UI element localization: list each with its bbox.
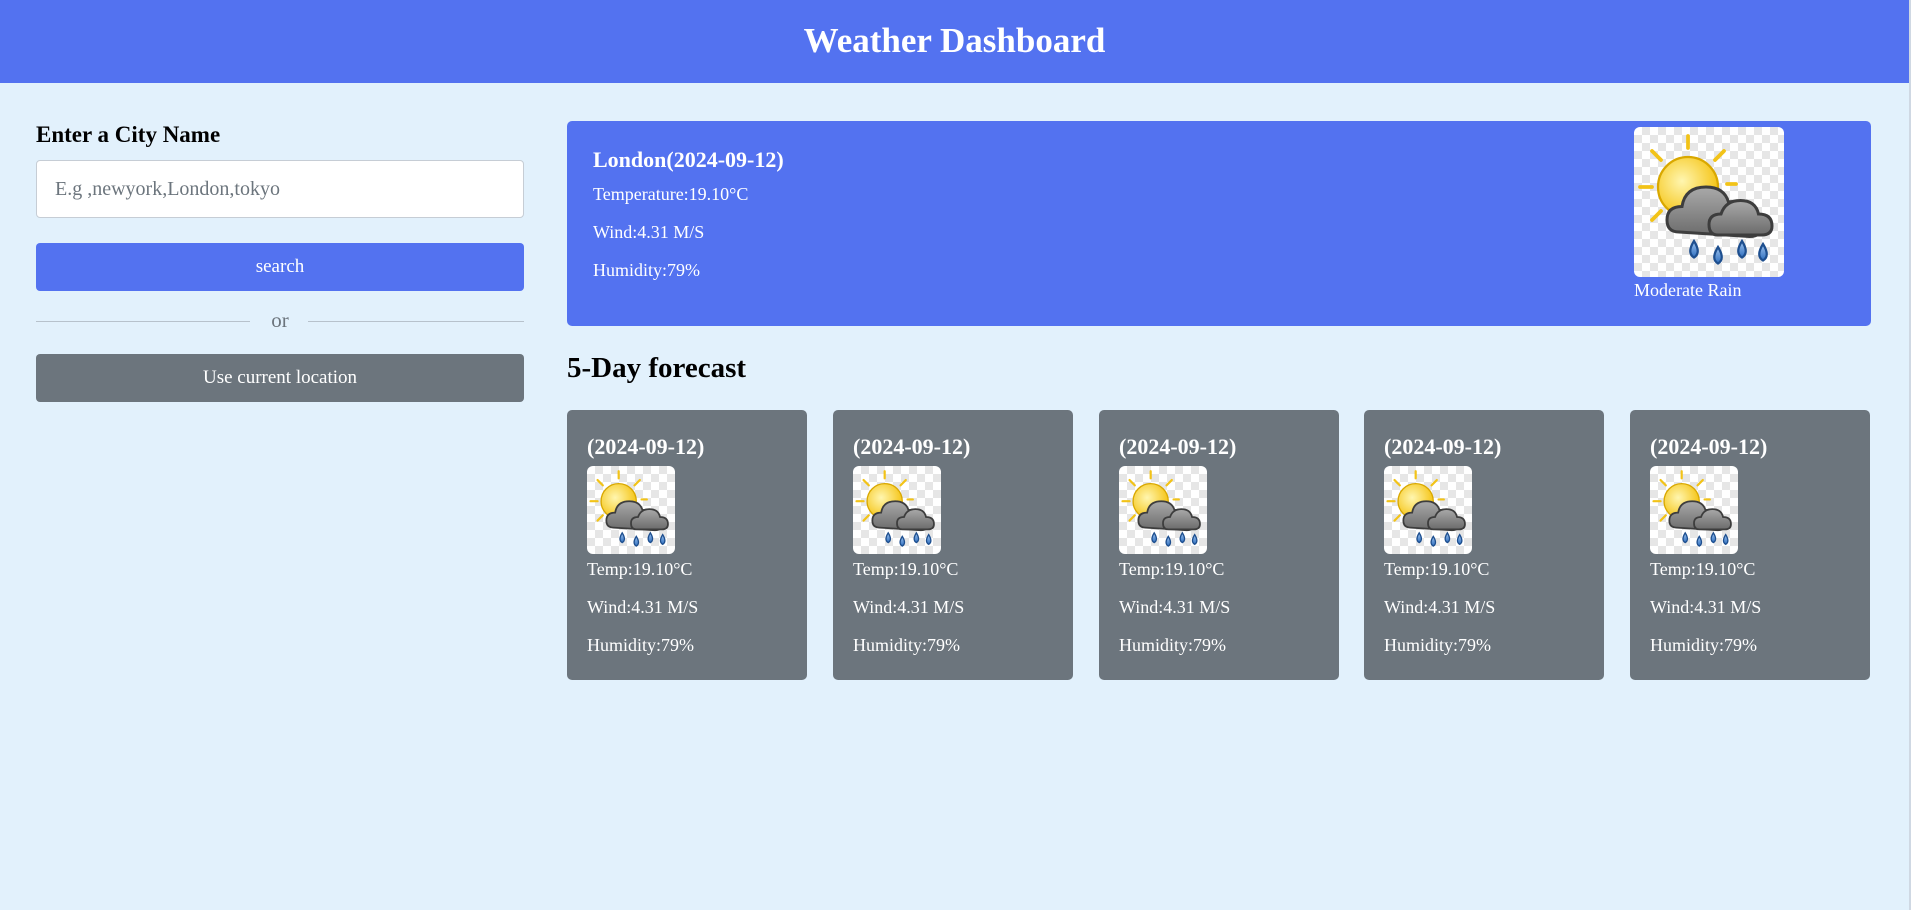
search-button[interactable]: search xyxy=(36,243,524,291)
forecast-temp: Temp:19.10°C xyxy=(1650,559,1756,579)
current-weather-card: London(2024-09-12) Temperature:19.10°C W… xyxy=(567,121,1871,326)
sun-cloud-rain-icon xyxy=(1634,127,1784,277)
forecast-date: (2024-09-12) xyxy=(587,434,705,459)
current-humidity: Humidity:79% xyxy=(593,260,700,280)
forecast-wind: Wind:4.31 M/S xyxy=(853,597,965,617)
or-divider: or xyxy=(36,305,524,335)
city-search-input[interactable] xyxy=(36,160,524,218)
sun-cloud-rain-icon xyxy=(1119,466,1207,554)
forecast-date: (2024-09-12) xyxy=(853,434,971,459)
use-current-location-button[interactable]: Use current location xyxy=(36,354,524,402)
forecast-date: (2024-09-12) xyxy=(1119,434,1237,459)
forecast-temp: Temp:19.10°C xyxy=(587,559,693,579)
search-panel: Enter a City Name search or Use current … xyxy=(36,120,524,402)
forecast-wind: Wind:4.31 M/S xyxy=(1119,597,1231,617)
forecast-temp: Temp:19.10°C xyxy=(1384,559,1490,579)
sun-cloud-rain-icon xyxy=(1650,466,1738,554)
forecast-humidity: Humidity:79% xyxy=(1384,635,1491,655)
current-city-date: London(2024-09-12) xyxy=(593,147,784,172)
forecast-card: (2024-09-12) Temp:19.10°C Wind:4.31 M/S … xyxy=(1630,410,1870,680)
forecast-humidity: Humidity:79% xyxy=(587,635,694,655)
forecast-humidity: Humidity:79% xyxy=(1650,635,1757,655)
forecast-list: (2024-09-12) Temp:19.10°C Wind:4.31 M/S … xyxy=(567,410,1871,680)
forecast-card: (2024-09-12) Temp:19.10°C Wind:4.31 M/S … xyxy=(833,410,1073,680)
forecast-date: (2024-09-12) xyxy=(1384,434,1502,459)
forecast-card: (2024-09-12) Temp:19.10°C Wind:4.31 M/S … xyxy=(567,410,807,680)
current-temperature: Temperature:19.10°C xyxy=(593,184,749,204)
sun-cloud-rain-icon xyxy=(853,466,941,554)
or-label: or xyxy=(271,308,289,332)
forecast-wind: Wind:4.31 M/S xyxy=(587,597,699,617)
forecast-card: (2024-09-12) Temp:19.10°C Wind:4.31 M/S … xyxy=(1364,410,1604,680)
page-header: Weather Dashboard xyxy=(0,0,1909,83)
divider-line-right xyxy=(308,321,524,322)
current-weather-icon-box: Moderate Rain xyxy=(1634,127,1784,301)
current-weather-details: London(2024-09-12) Temperature:19.10°C W… xyxy=(593,145,784,297)
weather-description: Moderate Rain xyxy=(1634,280,1742,300)
forecast-humidity: Humidity:79% xyxy=(853,635,960,655)
sun-cloud-rain-icon xyxy=(587,466,675,554)
current-wind: Wind:4.31 M/S xyxy=(593,222,705,242)
forecast-wind: Wind:4.31 M/S xyxy=(1650,597,1762,617)
forecast-temp: Temp:19.10°C xyxy=(853,559,959,579)
forecast-card: (2024-09-12) Temp:19.10°C Wind:4.31 M/S … xyxy=(1099,410,1339,680)
page-title: Weather Dashboard xyxy=(803,21,1106,60)
forecast-title: 5-Day forecast xyxy=(567,352,747,384)
forecast-wind: Wind:4.31 M/S xyxy=(1384,597,1496,617)
forecast-temp: Temp:19.10°C xyxy=(1119,559,1225,579)
forecast-date: (2024-09-12) xyxy=(1650,434,1768,459)
sun-cloud-rain-icon xyxy=(1384,466,1472,554)
forecast-humidity: Humidity:79% xyxy=(1119,635,1226,655)
city-input-label: Enter a City Name xyxy=(36,122,221,147)
app: Weather Dashboard Enter a City Name sear… xyxy=(0,0,1911,910)
